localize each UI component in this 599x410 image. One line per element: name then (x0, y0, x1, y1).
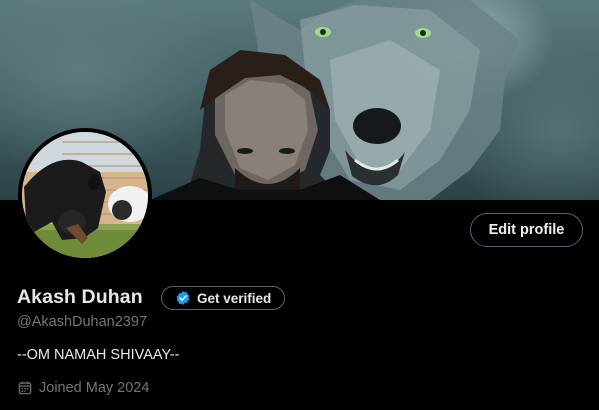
get-verified-button[interactable]: Get verified (161, 286, 285, 310)
avatar-image (22, 132, 148, 258)
edit-profile-button[interactable]: Edit profile (470, 213, 583, 247)
profile-bio: --OM NAMAH SHIVAAY-- (17, 347, 180, 363)
joined-date: Joined May 2024 (17, 380, 149, 396)
get-verified-label: Get verified (197, 290, 272, 306)
display-name: Akash Duhan (17, 286, 143, 308)
profile-avatar[interactable] (18, 128, 152, 262)
joined-date-text: Joined May 2024 (39, 380, 150, 396)
verified-badge-icon (176, 291, 190, 305)
user-handle: @AkashDuhan2397 (17, 314, 148, 330)
calendar-icon (18, 381, 32, 395)
